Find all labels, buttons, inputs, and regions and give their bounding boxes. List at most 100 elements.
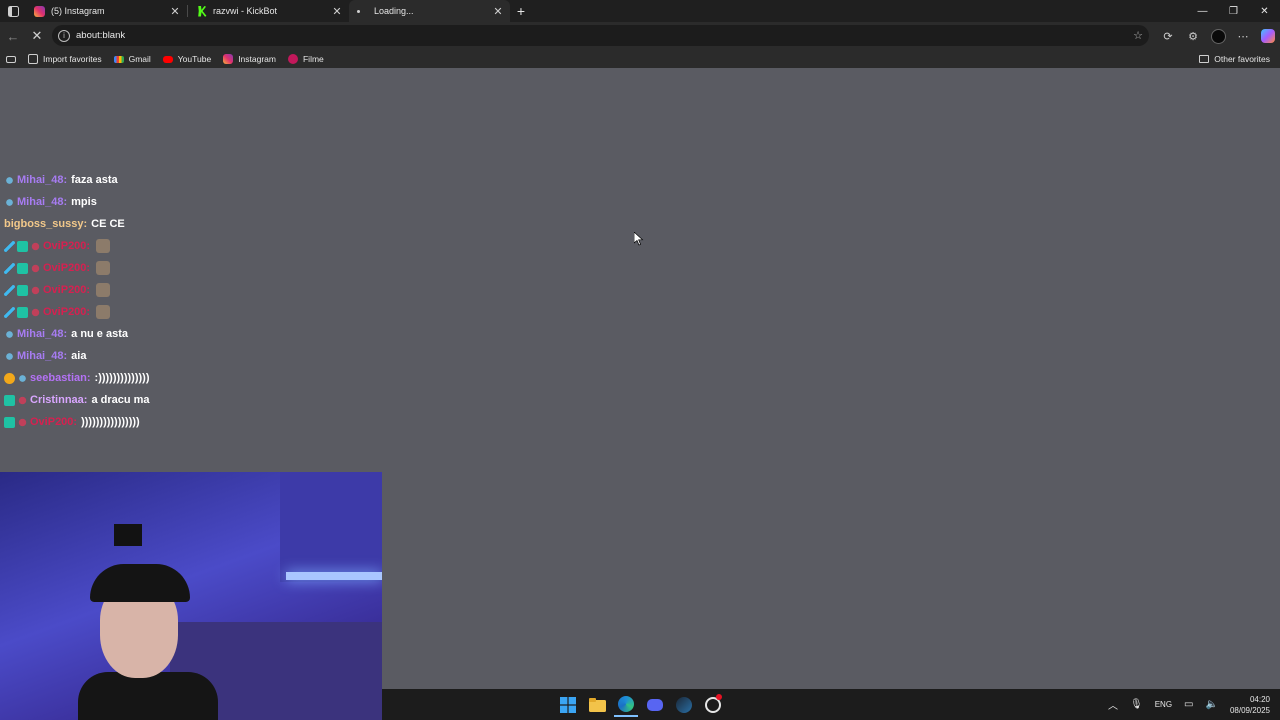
volume-icon[interactable]: 🔈 — [1206, 699, 1218, 710]
sub-badge-icon — [17, 240, 28, 252]
file-explorer-icon[interactable] — [585, 693, 609, 717]
filme-icon — [287, 54, 298, 64]
sub-badge-icon — [17, 284, 28, 296]
obs-icon[interactable] — [701, 693, 725, 717]
chat-message: OviP200: — [4, 235, 424, 257]
gmail-icon — [113, 55, 124, 63]
chat-text: a nu e asta — [71, 328, 128, 340]
sub-badge-icon — [17, 306, 28, 318]
new-tab-button[interactable]: + — [510, 0, 532, 22]
other-favorites[interactable]: Other favorites — [1199, 54, 1270, 64]
tab-title: (5) Instagram — [51, 6, 105, 16]
tab-strip: (5) Instagram ✕ razvwi - KickBot ✕ Loadi… — [0, 0, 1280, 22]
minimize-icon[interactable]: — — [1187, 0, 1218, 22]
close-window-icon[interactable]: ✕ — [1249, 0, 1280, 22]
bookmark-youtube[interactable]: YouTube — [162, 54, 211, 64]
webcam-streamer — [78, 564, 218, 720]
tab-loading[interactable]: Loading... ✕ — [349, 0, 510, 22]
chat-emote-icon — [96, 261, 111, 275]
tab-kickbot[interactable]: razvwi - KickBot ✕ — [188, 0, 349, 22]
microphone-icon[interactable]: 🎙 — [1130, 699, 1143, 710]
system-tray: ︿ 🎙 ENG ▭ 🔈 04:20 08/09/2025 — [1108, 689, 1280, 720]
steam-icon[interactable] — [672, 693, 696, 717]
chat-message: OviP200: — [4, 301, 424, 323]
sub-badge-icon — [17, 262, 28, 274]
chat-emote-icon — [96, 283, 111, 297]
toolbar-right: ⟳ ⚙ ⋯ — [1155, 22, 1280, 50]
chat-username: bigboss_sussy: — [4, 218, 88, 230]
discord-icon[interactable] — [643, 693, 667, 717]
chat-message: bigboss_sussy: CE CE — [4, 213, 424, 235]
network-icon[interactable]: ▭ — [1184, 699, 1193, 710]
more-menu-icon[interactable]: ⋯ — [1231, 24, 1255, 48]
bookmark-label: Import favorites — [43, 54, 102, 64]
tab-actions-icon[interactable] — [0, 0, 26, 22]
chevron-up-icon[interactable]: ︿ — [1108, 697, 1118, 712]
import-icon — [28, 54, 38, 64]
bookmarks-bar: Import favorites Gmail YouTube Instagram… — [0, 50, 1280, 68]
gem-badge-icon — [4, 328, 15, 340]
mouse-cursor-icon — [634, 232, 644, 246]
chat-emote-icon — [96, 239, 111, 253]
chat-username: OviP200: — [43, 306, 91, 318]
profile-avatar-icon[interactable] — [1206, 24, 1230, 48]
chat-text: CE CE — [91, 218, 125, 230]
bookmark-filme[interactable]: Filme — [287, 54, 324, 64]
tab-title: Loading... — [374, 6, 414, 16]
chat-username: OviP200: — [43, 262, 91, 274]
copilot-icon[interactable] — [1256, 24, 1280, 48]
gem-badge-icon — [4, 350, 15, 362]
bookmark-label: Filme — [302, 54, 324, 64]
navigation-bar: ← ✕ i about:blank ☆ ⟳ ⚙ ⋯ — [0, 22, 1280, 50]
one-badge-icon — [4, 372, 15, 384]
notification-dot-icon — [716, 694, 722, 700]
chat-message: OviP200: — [4, 279, 424, 301]
clock-date: 08/09/2025 — [1229, 705, 1270, 715]
webcam-streamer-cap — [90, 564, 190, 602]
webcam-feed — [0, 472, 382, 720]
webcam-led-strip — [286, 572, 382, 580]
bookmark-gmail[interactable]: Gmail — [113, 54, 151, 64]
favorite-star-icon[interactable]: ☆ — [1133, 29, 1143, 42]
address-url[interactable]: about:blank — [76, 30, 1133, 41]
bookmark-label: Gmail — [128, 54, 151, 64]
chat-username: Mihai_48: — [17, 174, 68, 186]
chat-emote-icon — [96, 305, 111, 319]
chat-text: )))))))))))))))) — [81, 416, 140, 428]
chat-message: Mihai_48: mpis — [4, 191, 424, 213]
chat-username: OviP200: — [43, 284, 91, 296]
windows-start-icon[interactable] — [556, 693, 580, 717]
language-indicator[interactable]: ENG — [1155, 700, 1172, 709]
clock[interactable]: 04:20 08/09/2025 — [1230, 694, 1270, 716]
extensions-icon[interactable]: ⟳ — [1156, 24, 1180, 48]
bat-badge-icon — [17, 416, 28, 428]
close-icon[interactable]: ✕ — [169, 5, 181, 18]
chat-username: Mihai_48: — [17, 196, 68, 208]
chat-text: a dracu ma — [91, 394, 150, 406]
info-icon[interactable]: i — [58, 29, 70, 42]
edge-icon[interactable] — [614, 693, 638, 717]
back-arrow-icon[interactable]: ← — [1, 24, 25, 48]
close-icon[interactable]: ✕ — [331, 5, 343, 18]
chat-text: :)))))))))))))) — [94, 372, 150, 384]
close-icon[interactable]: ✕ — [492, 5, 504, 18]
bookmark-import-favorites[interactable]: Import favorites — [28, 54, 102, 64]
gem-badge-icon — [17, 372, 28, 384]
address-bar[interactable]: i about:blank ☆ — [52, 25, 1149, 46]
kickbot-icon — [198, 5, 207, 17]
chat-username: Cristinnaa: — [30, 394, 88, 406]
stop-loading-icon[interactable]: ✕ — [25, 24, 49, 48]
collections-icon[interactable] — [6, 55, 16, 63]
bat-badge-icon — [30, 306, 41, 318]
chat-text: mpis — [71, 196, 97, 208]
restore-icon[interactable]: ❐ — [1218, 0, 1249, 22]
chat-overlay: Mihai_48: faza asta Mihai_48: mpis bigboss_s… — [4, 169, 424, 433]
webcam-streamer-body — [78, 672, 218, 720]
sub-badge-icon — [4, 394, 15, 406]
bat-badge-icon — [30, 240, 41, 252]
chat-message: Cristinnaa: a dracu ma — [4, 389, 424, 411]
browser-essentials-icon[interactable]: ⚙ — [1181, 24, 1205, 48]
gem-badge-icon — [4, 196, 15, 208]
bookmark-instagram[interactable]: Instagram — [223, 54, 276, 64]
tab-instagram[interactable]: (5) Instagram ✕ — [26, 0, 187, 22]
